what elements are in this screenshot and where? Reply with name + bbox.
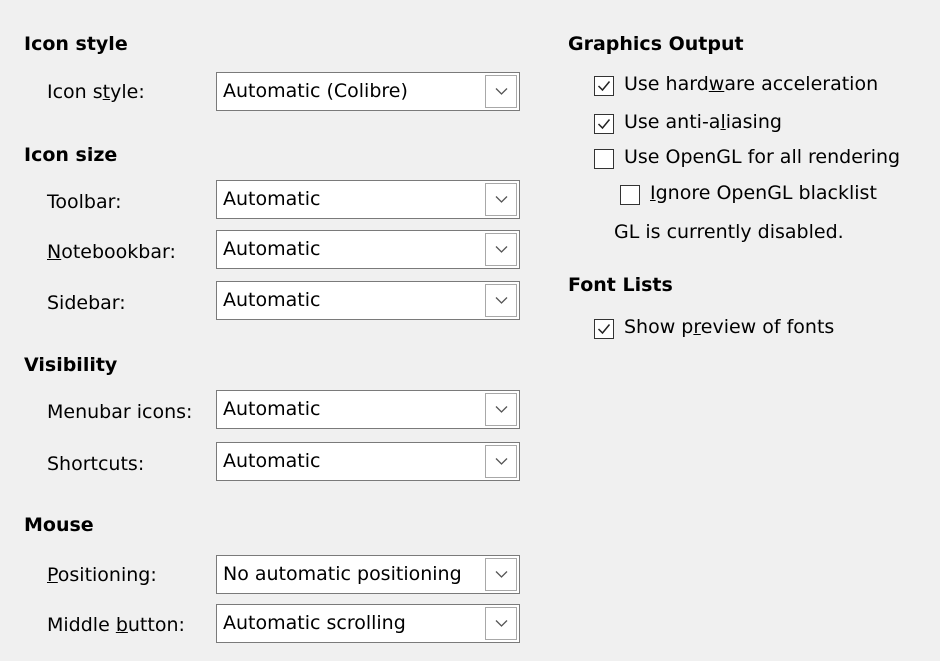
chevron-down-icon xyxy=(495,571,508,578)
checkmark-icon xyxy=(597,119,611,130)
sidebar-dropdown-button[interactable] xyxy=(485,284,517,317)
shortcuts-dropdown-button[interactable] xyxy=(485,445,517,478)
show-font-preview-label: Show preview of fonts xyxy=(624,316,835,338)
chevron-down-icon xyxy=(495,620,508,627)
checkmark-icon xyxy=(597,81,611,92)
ignore-opengl-blacklist-label: Ignore OpenGL blacklist xyxy=(650,182,877,204)
shortcuts-select[interactable]: Automatic xyxy=(216,442,520,481)
chevron-down-icon xyxy=(495,406,508,413)
chevron-down-icon xyxy=(495,246,508,253)
toolbar-icon-size-select[interactable]: Automatic xyxy=(216,180,520,219)
ignore-opengl-blacklist-checkbox-box[interactable] xyxy=(620,185,640,205)
chevron-down-icon xyxy=(495,458,508,465)
chevron-down-icon xyxy=(495,88,508,95)
positioning-dropdown-button[interactable] xyxy=(485,558,517,591)
hardware-acceleration-checkbox-box[interactable] xyxy=(594,76,614,96)
middle-button-value: Automatic scrolling xyxy=(223,612,406,634)
menubar-icons-dropdown-button[interactable] xyxy=(485,393,517,426)
middle-button-select[interactable]: Automatic scrolling xyxy=(216,604,520,643)
sidebar-icon-size-select[interactable]: Automatic xyxy=(216,281,520,320)
hardware-acceleration-label: Use hardware acceleration xyxy=(624,73,879,95)
opengl-all-rendering-checkbox-box[interactable] xyxy=(594,149,614,169)
positioning-label: Positioning: xyxy=(47,564,157,586)
icon-style-dropdown-button[interactable] xyxy=(485,75,517,108)
sidebar-label: Sidebar: xyxy=(47,292,126,314)
opengl-all-rendering-label: Use OpenGL for all rendering xyxy=(624,146,901,168)
chevron-down-icon xyxy=(495,297,508,304)
gl-status-text: GL is currently disabled. xyxy=(614,221,844,243)
notebookbar-label: Notebookbar: xyxy=(47,241,176,263)
icon-style-select[interactable]: Automatic (Colibre) xyxy=(216,72,520,111)
menubar-icons-label: Menubar icons: xyxy=(47,401,193,423)
icon-size-section-title: Icon size xyxy=(24,144,118,166)
sidebar-icon-size-value: Automatic xyxy=(223,289,321,311)
toolbar-dropdown-button[interactable] xyxy=(485,183,517,216)
toolbar-icon-size-value: Automatic xyxy=(223,188,321,210)
shortcuts-label: Shortcuts: xyxy=(47,453,145,475)
icon-style-section-title: Icon style xyxy=(24,33,128,55)
chevron-down-icon xyxy=(495,196,508,203)
middle-button-dropdown-button[interactable] xyxy=(485,607,517,640)
anti-aliasing-label: Use anti-aliasing xyxy=(624,111,782,133)
icon-style-label: Icon style: xyxy=(47,81,145,103)
positioning-select[interactable]: No automatic positioning xyxy=(216,555,520,594)
mouse-section-title: Mouse xyxy=(24,514,94,536)
notebookbar-icon-size-select[interactable]: Automatic xyxy=(216,230,520,269)
checkmark-icon xyxy=(597,324,611,335)
visibility-section-title: Visibility xyxy=(24,354,118,376)
positioning-value: No automatic positioning xyxy=(223,563,462,585)
notebookbar-dropdown-button[interactable] xyxy=(485,233,517,266)
middle-button-label: Middle button: xyxy=(47,614,185,636)
show-font-preview-checkbox-box[interactable] xyxy=(594,319,614,339)
font-lists-section-title: Font Lists xyxy=(568,274,673,296)
menubar-icons-select[interactable]: Automatic xyxy=(216,390,520,429)
graphics-output-section-title: Graphics Output xyxy=(568,33,744,55)
anti-aliasing-checkbox-box[interactable] xyxy=(594,114,614,134)
notebookbar-icon-size-value: Automatic xyxy=(223,238,321,260)
menubar-icons-value: Automatic xyxy=(223,398,321,420)
shortcuts-value: Automatic xyxy=(223,450,321,472)
toolbar-label: Toolbar: xyxy=(47,191,122,213)
icon-style-select-value: Automatic (Colibre) xyxy=(223,80,408,102)
